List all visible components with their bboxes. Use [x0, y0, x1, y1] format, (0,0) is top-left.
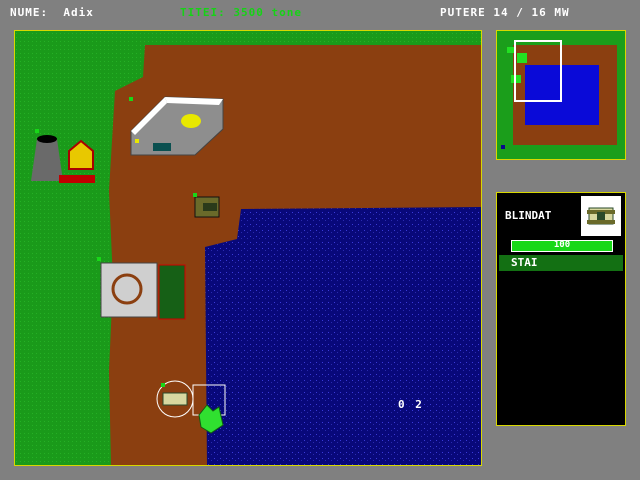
titanium-readout: TITEI: 3500 tone	[180, 6, 302, 19]
unit-name: BLINDAT	[505, 209, 552, 222]
tank-icon	[581, 196, 621, 236]
unit-marker	[97, 257, 101, 261]
power-readout: PUTERE 14 / 16 MW	[440, 6, 570, 19]
health-bar: 100	[511, 240, 613, 252]
unit-marker	[129, 97, 133, 101]
factory-building	[100, 262, 186, 320]
enemy-tank	[194, 196, 220, 218]
player-name-readout: NUME: Adix	[10, 6, 94, 19]
health-value: 100	[553, 240, 571, 250]
unit-marker	[193, 193, 197, 197]
minimap[interactable]	[496, 30, 626, 160]
status-bar[interactable]: STAI	[499, 255, 623, 271]
player-name-value: Adix	[63, 6, 94, 19]
unit-info-panel: BLINDAT 100 STAI	[496, 192, 626, 426]
minimap-terrain	[497, 31, 625, 159]
status-text: STAI	[511, 256, 538, 269]
player-name-label: NUME:	[10, 6, 49, 19]
water-lake	[205, 207, 481, 465]
coords-label: 0 2	[398, 398, 424, 411]
unit-marker	[35, 129, 39, 133]
